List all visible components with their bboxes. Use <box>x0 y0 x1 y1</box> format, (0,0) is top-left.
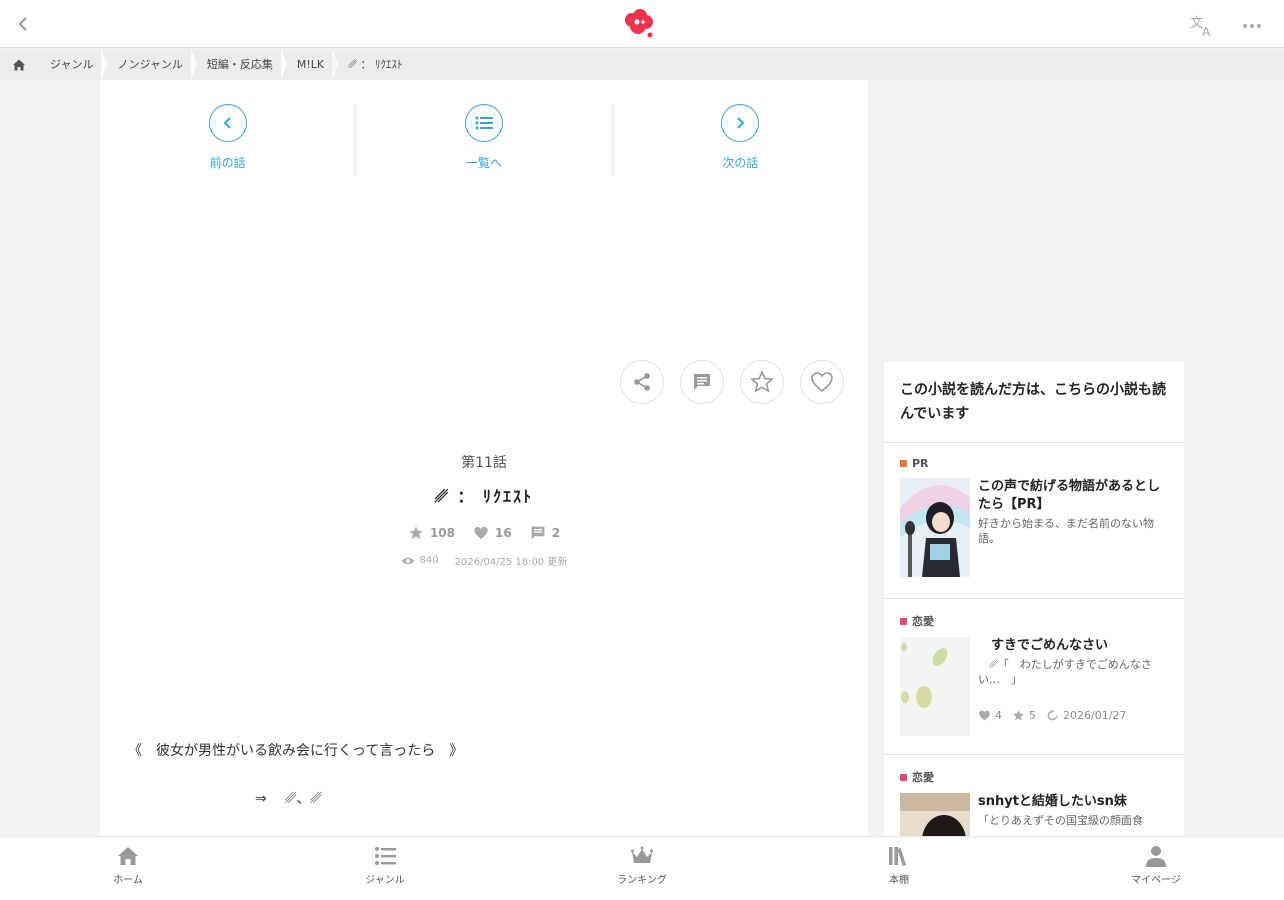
tag-square-icon <box>900 773 907 781</box>
comment-count: 2 <box>530 525 560 541</box>
bottom-nav-mypage[interactable]: マイページ <box>1116 845 1196 886</box>
next-episode-label: 次の話 <box>722 156 759 170</box>
list-icon <box>464 104 503 142</box>
list-icon <box>375 847 396 865</box>
rec-like-count: 4 <box>978 709 1002 722</box>
recommendation-heading: この小説を読んだ方は、こちらの小説も読んでいます <box>884 362 1184 443</box>
chevron-left-icon <box>208 104 247 142</box>
star-icon <box>409 526 423 539</box>
episode-list-label: 一覧へ <box>465 156 502 170</box>
eye-icon <box>401 557 414 564</box>
comment-icon <box>694 374 710 390</box>
comment-count-value: 2 <box>551 526 561 540</box>
star-count-value: 108 <box>429 526 455 540</box>
more-options-icon[interactable] <box>1240 18 1264 34</box>
view-count: 840 <box>401 553 439 568</box>
bottom-nav-bookshelf[interactable]: 本棚 <box>859 845 939 886</box>
recommendation-desc: ␥「 わたしがすきでごめんなさい… 」 <box>978 658 1152 686</box>
like-count: 16 <box>473 525 512 541</box>
recommendation-item[interactable]: 恋愛 すきでごめんなさい ␥「 わたしがすきでごめんなさい… 」 4 5 202… <box>884 599 1184 755</box>
recommendation-tag: 恋愛 <box>900 613 1170 629</box>
next-episode-button[interactable]: 次の話 <box>611 104 868 176</box>
recommendation-title: snhytと結婚したいsn妹 <box>978 794 1127 809</box>
star-button[interactable] <box>740 360 784 404</box>
tag-square-icon <box>900 617 907 625</box>
back-arrow-icon[interactable] <box>12 12 36 36</box>
top-bar: 文 A <box>0 0 1284 48</box>
bottom-nav-ranking[interactable]: ランキング <box>602 845 682 886</box>
recommendation-stats: 4 5 2026/01/27 <box>978 709 1170 722</box>
rec-star-count: 5 <box>1012 709 1036 722</box>
recommendation-item[interactable]: PR この声で紡げる物語があるとしたら【PR】 好きから始まる、まだ名前のない物… <box>884 443 1184 599</box>
person-icon <box>1146 846 1166 867</box>
cover-thumbnail[interactable] <box>900 637 970 736</box>
episode-list-button[interactable]: 一覧へ <box>355 104 611 176</box>
heart-outline-icon <box>811 372 833 393</box>
like-button[interactable] <box>800 360 844 404</box>
recommendation-panel: この小説を読んだ方は、こちらの小説も読んでいます PR この声で紡げる物語がある… <box>884 362 1184 836</box>
episode-title: ␥ ： ﾘｸｴｽﾄ <box>435 487 533 506</box>
tag-square-icon <box>900 460 907 467</box>
cover-thumbnail[interactable] <box>900 793 970 836</box>
episode-number: 第11話 <box>461 455 507 471</box>
breadcrumb-episode: ␥ ： ﾘｸｴｽﾄ <box>348 58 403 71</box>
heart-icon <box>979 710 990 721</box>
refresh-icon <box>1047 709 1058 721</box>
comment-icon <box>531 526 545 540</box>
story-text-line: ⇒ ␥、␥ <box>255 791 322 807</box>
episode-nav: 前の話 一覧へ 次の話 <box>100 104 868 176</box>
like-count-value: 16 <box>495 526 512 540</box>
comment-button[interactable] <box>680 360 724 404</box>
translate-icon[interactable]: 文 A <box>1190 14 1216 39</box>
breadcrumb-genre[interactable]: ジャンル <box>38 49 108 80</box>
recommendation-tag: 恋愛 <box>900 769 1170 785</box>
episode-stats: 108 16 2 <box>100 525 868 541</box>
chevron-right-icon <box>721 104 760 142</box>
episode-meta: 840 2026/04/25 18:00 更新 <box>100 553 868 568</box>
star-icon <box>1013 710 1024 721</box>
recommendation-title: すきでごめんなさい <box>978 638 1109 653</box>
star-outline-icon <box>750 370 774 393</box>
svg-text:A: A <box>1202 25 1211 38</box>
recommendation-desc: 「とりあえずその国宝級の顔面食 <box>978 814 1143 827</box>
share-button[interactable] <box>620 360 664 404</box>
recommendation-title: この声で紡げる物語があるとしたら【PR】 <box>978 479 1161 512</box>
home-icon <box>118 847 138 865</box>
share-icon <box>634 373 650 391</box>
bottom-nav: ホーム ジャンル ランキング 本棚 マイページ <box>0 836 1284 900</box>
app-logo-icon[interactable] <box>622 8 656 40</box>
crown-icon <box>631 846 653 863</box>
updated-date: 2026/04/25 18:00 更新 <box>454 557 568 568</box>
story-text-line: 《 彼女が男性がいる飲み会に行くって言ったら 》 <box>128 743 464 759</box>
heart-icon <box>474 527 488 539</box>
star-count: 108 <box>408 525 455 541</box>
breadcrumb-work[interactable]: M!LK <box>285 49 339 80</box>
breadcrumb-nongenre[interactable]: ノンジャンル <box>105 49 198 80</box>
breadcrumb-short-stories[interactable]: 短編・反応集 <box>195 49 287 80</box>
home-icon[interactable] <box>0 49 38 80</box>
bookshelf-icon <box>889 847 907 867</box>
recommendation-tag: PR <box>900 457 1170 470</box>
episode-main: 前の話 一覧へ 次の話 第11話 ␥ ： ﾘｸｴｽﾄ 108 16 2 840 … <box>100 80 868 836</box>
bottom-nav-home[interactable]: ホーム <box>88 845 168 886</box>
rec-updated: 2026/01/27 <box>1046 709 1126 722</box>
view-count-value: 840 <box>419 555 439 566</box>
prev-episode-label: 前の話 <box>209 156 246 170</box>
bottom-nav-genre[interactable]: ジャンル <box>345 845 425 886</box>
recommendation-item[interactable]: 恋愛 snhytと結婚したいsn妹 「とりあえずその国宝級の顔面食 <box>884 755 1184 836</box>
breadcrumb: ジャンル ノンジャンル 短編・反応集 M!LK ␥ ： ﾘｸｴｽﾄ <box>0 49 1284 80</box>
episode-actions <box>620 360 844 404</box>
prev-episode-button[interactable]: 前の話 <box>100 104 355 176</box>
cover-thumbnail[interactable] <box>900 478 970 577</box>
recommendation-desc: 好きから始まる、まだ名前のない物語。 <box>978 517 1154 545</box>
